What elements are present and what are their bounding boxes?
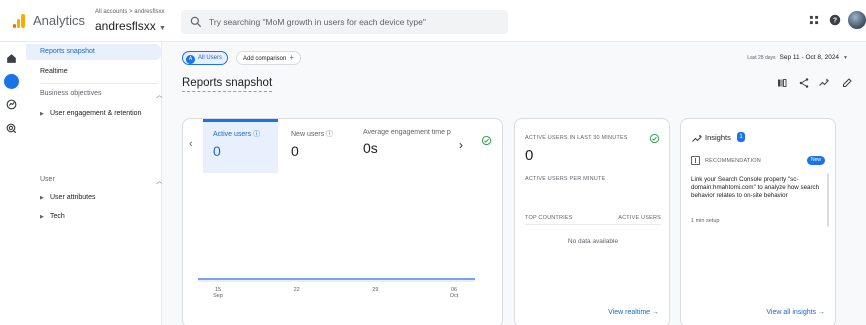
metric-value: 0	[291, 143, 299, 159]
nav-item-label: User engagement & retention	[50, 110, 142, 117]
apps-grid-icon[interactable]	[807, 13, 821, 27]
plus-icon: +	[289, 53, 295, 62]
caret-down-icon: ▼	[159, 25, 166, 32]
insights-scrollbar[interactable]	[827, 173, 829, 227]
realtime-title: ACTIVE USERS IN LAST 30 MINUTES	[525, 135, 628, 141]
insights-count-badge: 1	[737, 132, 745, 142]
metric-label: Active users	[213, 131, 252, 138]
nav-user-engagement[interactable]: ▶ User engagement & retention	[40, 110, 141, 117]
date-range-picker[interactable]: Last 28 days Sep 11 - Oct 8, 2024 ▼	[747, 54, 848, 61]
chevron-left-icon[interactable]: ‹	[189, 138, 193, 150]
nav-section-business-objectives[interactable]: Business objectives ︿	[40, 90, 163, 99]
triangle-right-icon: ▶	[40, 111, 44, 117]
chevron-right-icon[interactable]: ›	[459, 138, 463, 152]
info-icon: ⓘ	[253, 131, 261, 138]
page-title: Reports snapshot	[182, 77, 273, 92]
x-tick-label: 22	[294, 287, 300, 293]
triangle-right-icon: ▶	[40, 214, 44, 220]
account-picker[interactable]: andresflsxx ▼	[95, 19, 166, 33]
insights-title: Insights	[705, 133, 731, 142]
active-users-line-chart: 15Sep22 29 06Oct	[198, 278, 475, 299]
main-content: A All Users Add comparison + Last 28 days S…	[162, 42, 866, 325]
explore-icon[interactable]	[5, 98, 18, 111]
nav-section-label: Business objectives	[40, 90, 102, 97]
nav-user-attributes[interactable]: ▶ User attributes	[40, 194, 96, 201]
metric-value: 0s	[363, 140, 378, 156]
nav-section-label: User	[40, 176, 55, 183]
metric-active-users[interactable]: Active users ⓘ 0	[213, 129, 260, 159]
home-icon[interactable]	[5, 52, 18, 65]
all-users-chip[interactable]: A All Users	[182, 51, 229, 65]
triangle-right-icon: ▶	[40, 195, 44, 201]
nav-realtime[interactable]: Realtime	[26, 64, 162, 80]
recommendation-text[interactable]: Link your Search Console property "sc-do…	[691, 176, 823, 200]
realtime-value: 0	[525, 147, 534, 164]
metric-label: Average engagement time p	[363, 129, 451, 136]
no-data-message: No data available	[567, 238, 619, 245]
nav-section-user[interactable]: User ︿	[40, 176, 163, 185]
compare-icon[interactable]	[776, 77, 788, 89]
chip-label: All Users	[198, 55, 223, 61]
reports-icon[interactable]	[4, 74, 19, 89]
recommendation-time: 1 min setup	[691, 218, 720, 224]
nav-item-label: Tech	[50, 213, 65, 220]
svg-text:?: ?	[833, 18, 837, 25]
column-header: ACTIVE USERS	[618, 215, 661, 221]
info-icon: ⓘ	[326, 131, 334, 138]
metric-new-users[interactable]: New users ⓘ 0	[291, 129, 333, 159]
date-range-label: Last 28 days	[747, 55, 776, 61]
nav-tech[interactable]: ▶ Tech	[40, 213, 65, 220]
search-icon	[190, 16, 202, 28]
add-comparison-button[interactable]: Add comparison +	[236, 51, 302, 65]
caret-down-icon: ▼	[843, 55, 848, 61]
realtime-per-minute-label: ACTIVE USERS PER MINUTE	[525, 176, 606, 182]
app-name: Analytics	[33, 13, 86, 28]
x-tick-label: Oct	[450, 293, 459, 299]
insights-icon	[692, 134, 702, 142]
metrics-chart-card: ‹ Active users ⓘ 0 New users ⓘ 0 Average…	[182, 118, 503, 325]
side-nav: Reports snapshot Realtime Business objec…	[26, 42, 163, 325]
metric-avg-engagement[interactable]: Average engagement time p 0s	[363, 129, 457, 156]
user-segment-icon: A	[186, 55, 195, 64]
date-range-value: Sep 11 - Oct 8, 2024	[779, 54, 840, 61]
analytics-logo-icon[interactable]	[13, 14, 25, 28]
account-breadcrumb[interactable]: All accounts > andresflsxx	[95, 9, 165, 15]
view-realtime-link[interactable]: View realtime →	[608, 309, 659, 316]
x-tick-label: 29	[372, 287, 378, 293]
share-icon[interactable]	[798, 77, 810, 89]
edit-pencil-icon[interactable]	[841, 77, 853, 89]
check-circle-icon	[481, 135, 492, 146]
nav-item-label: User attributes	[50, 194, 96, 201]
search-bar[interactable]: Try searching "MoM growth in users for e…	[181, 10, 508, 34]
check-circle-icon	[649, 133, 660, 144]
nav-reports-snapshot[interactable]: Reports snapshot	[26, 44, 162, 60]
search-placeholder: Try searching "MoM growth in users for e…	[209, 17, 426, 27]
insights-card: Insights 1 RECOMMENDATION New Link your …	[680, 118, 836, 325]
top-bar: Analytics All accounts > andresflsxx and…	[0, 0, 866, 42]
insights-icon[interactable]	[818, 77, 830, 89]
x-tick-label: Sep	[213, 293, 223, 299]
nav-divider	[40, 83, 158, 84]
recommendation-label: RECOMMENDATION	[705, 158, 761, 164]
help-icon[interactable]: ?	[828, 13, 842, 27]
recommendation-icon	[691, 156, 700, 165]
avatar[interactable]	[848, 11, 866, 29]
metric-value: 0	[213, 143, 221, 159]
account-name: andresflsxx	[95, 19, 156, 33]
top-countries-header: TOP COUNTRIES ACTIVE USERS	[525, 215, 661, 225]
metric-label: New users	[291, 131, 325, 138]
advertising-icon[interactable]	[5, 122, 18, 135]
column-header: TOP COUNTRIES	[525, 215, 573, 221]
realtime-card: ACTIVE USERS IN LAST 30 MINUTES 0 ACTIVE…	[514, 118, 670, 325]
new-badge: New	[807, 156, 826, 165]
left-rail	[0, 42, 24, 325]
chip-label: Add comparison	[243, 56, 287, 62]
view-all-insights-link[interactable]: View all insights →	[766, 309, 825, 316]
